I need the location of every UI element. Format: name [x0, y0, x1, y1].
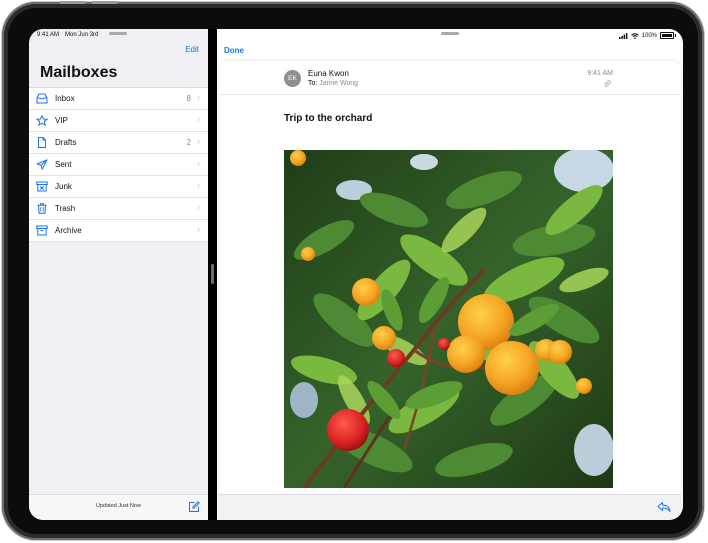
status-time: 9:41 AM — [37, 32, 60, 38]
sender-name[interactable]: Euna Kwon — [308, 69, 349, 78]
star-icon — [36, 115, 48, 126]
paper-plane-icon — [36, 159, 48, 170]
chevron-right-icon: › — [197, 136, 200, 146]
volume-button — [92, 1, 118, 4]
mailbox-label: Drafts — [55, 138, 77, 147]
sidebar-toolbar: Updated Just Now — [29, 494, 208, 520]
mailbox-count: 2 — [186, 138, 191, 147]
split-view-divider[interactable] — [208, 29, 217, 520]
message-header: EK Euna Kwon To: Jamie Wong 9:41 AM — [219, 61, 681, 95]
junk-bin-icon — [36, 181, 48, 192]
mailbox-item-sent[interactable]: Sent › — [29, 154, 208, 176]
archive-box-icon — [36, 225, 48, 236]
battery-icon — [660, 32, 674, 39]
inbox-icon — [36, 93, 48, 104]
avatar[interactable]: EK — [284, 70, 301, 87]
mailbox-label: Trash — [55, 204, 76, 213]
message-subject: Trip to the orchard — [284, 113, 373, 124]
mailbox-label: Archive — [55, 226, 82, 235]
mailbox-list: Inbox 8 › VIP › Drafts 2 › Sent › Junk ›… — [29, 87, 208, 242]
message-time: 9:41 AM — [587, 70, 613, 77]
orchard-photo[interactable] — [284, 150, 613, 488]
chevron-right-icon: › — [197, 114, 200, 124]
mailbox-item-drafts[interactable]: Drafts 2 › — [29, 132, 208, 154]
recipient-line: To: Jamie Wong — [308, 80, 358, 87]
mailbox-count: 8 — [186, 94, 191, 103]
chevron-right-icon: › — [197, 158, 200, 168]
top-button — [60, 1, 86, 4]
chevron-right-icon: › — [197, 202, 200, 212]
split-view-handle[interactable] — [211, 264, 214, 284]
screen: 9:41 AM Mon Jun 3rd Edit Mailboxes Inbox… — [29, 29, 683, 520]
multitasking-grabber[interactable] — [109, 32, 127, 35]
status-bar-left: 9:41 AM Mon Jun 3rd — [37, 32, 98, 38]
arbutus-fruit-image — [284, 150, 613, 488]
to-prefix: To: — [308, 80, 318, 87]
mailbox-label: Junk — [55, 182, 72, 191]
mailboxes-pane: 9:41 AM Mon Jun 3rd Edit Mailboxes Inbox… — [29, 29, 208, 520]
wifi-icon — [630, 32, 639, 39]
cellular-signal-icon — [618, 32, 628, 39]
mailbox-item-trash[interactable]: Trash › — [29, 198, 208, 220]
message-toolbar — [219, 494, 681, 520]
message-pane: 100% Done EK Euna Kwon To: Jamie Wong 9:… — [217, 29, 683, 520]
status-bar-right: 100% — [618, 32, 676, 39]
battery-percentage: 100% — [641, 32, 657, 39]
chevron-right-icon: › — [197, 180, 200, 190]
multitasking-grabber[interactable] — [441, 32, 459, 35]
mailbox-item-inbox[interactable]: Inbox 8 › — [29, 88, 208, 110]
mailbox-item-vip[interactable]: VIP › — [29, 110, 208, 132]
edit-button[interactable]: Edit — [185, 45, 199, 54]
chevron-right-icon: › — [197, 92, 200, 102]
message-card: EK Euna Kwon To: Jamie Wong 9:41 AM Trip… — [219, 61, 681, 520]
compose-icon[interactable] — [188, 501, 200, 513]
reply-icon[interactable] — [657, 501, 671, 513]
update-status-text: Updated Just Now — [96, 503, 141, 509]
paperclip-icon — [604, 80, 611, 88]
mailbox-label: Inbox — [55, 94, 75, 103]
document-icon — [38, 137, 46, 148]
mailbox-label: Sent — [55, 160, 72, 169]
mailbox-item-junk[interactable]: Junk › — [29, 176, 208, 198]
chevron-right-icon: › — [197, 224, 200, 234]
mailbox-label: VIP — [55, 116, 68, 125]
ipad-device: 9:41 AM Mon Jun 3rd Edit Mailboxes Inbox… — [2, 1, 704, 540]
battery-nub — [675, 34, 676, 37]
done-button[interactable]: Done — [224, 46, 244, 55]
trash-icon — [37, 203, 47, 214]
status-date: Mon Jun 3rd — [65, 32, 99, 38]
page-title: Mailboxes — [40, 64, 118, 81]
recipient-name[interactable]: Jamie Wong — [319, 80, 358, 87]
mailbox-item-archive[interactable]: Archive › — [29, 220, 208, 242]
